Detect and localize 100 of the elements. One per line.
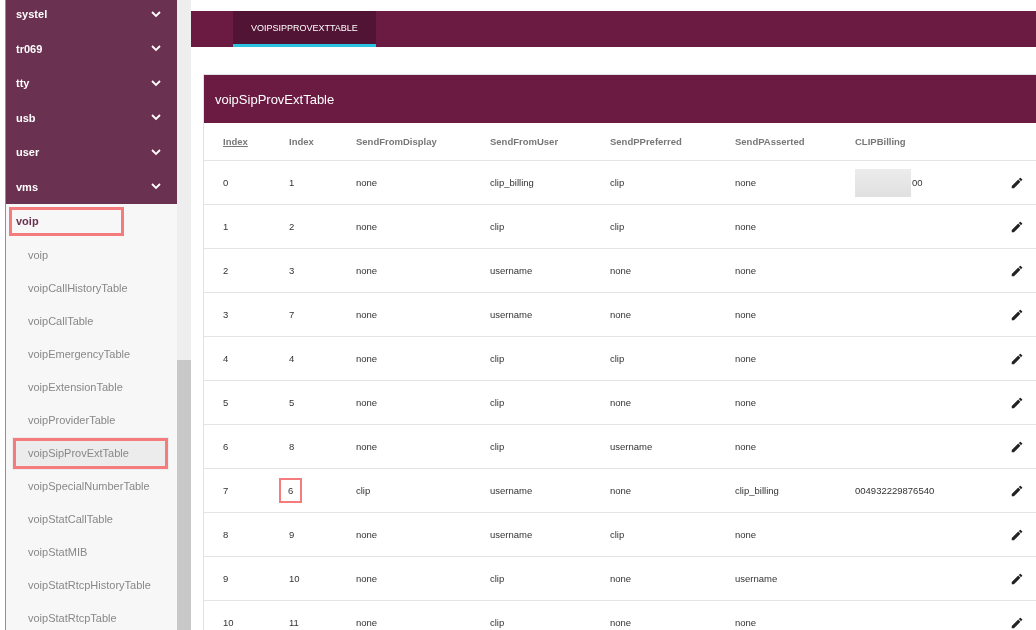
sidebar-group[interactable]: vms: [6, 169, 177, 204]
table-cell: clip: [610, 353, 625, 364]
sidebar-item[interactable]: voipProviderTable: [6, 403, 177, 437]
table-cell: 0: [223, 177, 229, 188]
table-cell: username: [490, 529, 533, 540]
sidebar-item[interactable]: voipSipProvExtTable: [12, 436, 169, 470]
table-cell: 7: [289, 309, 295, 320]
table-cell: username: [490, 309, 533, 320]
table-cell: none: [356, 353, 378, 364]
edit-button[interactable]: [1010, 219, 1024, 234]
sidebar-item[interactable]: voipEmergencyTable: [6, 337, 177, 371]
sidebar-item[interactable]: voipCallTable: [6, 304, 177, 338]
table-cell: none: [356, 265, 378, 276]
edit-button[interactable]: [1010, 263, 1024, 278]
table-cell: none: [356, 529, 378, 540]
pencil-icon: [1010, 571, 1024, 586]
table-cell: username: [490, 485, 533, 496]
table-cell: clip: [610, 529, 625, 540]
table-cell: none: [735, 221, 757, 232]
table-cell: 9: [223, 573, 229, 584]
table-cell: clip_billing: [735, 485, 779, 496]
table-cell: none: [356, 177, 378, 188]
table-cell: 9: [289, 529, 295, 540]
table-cell: none: [610, 265, 632, 276]
table-cell: clip: [356, 485, 371, 496]
table-cell: clip: [490, 397, 505, 408]
sidebar-item[interactable]: voipExtensionTable: [6, 370, 177, 404]
table-cell: none: [356, 441, 378, 452]
table-cell: none: [610, 573, 632, 584]
edit-button[interactable]: [1010, 351, 1024, 366]
table-cell: clip: [610, 221, 625, 232]
column-header: SendFromUser: [490, 136, 559, 147]
table-cell: clip_billing: [490, 177, 534, 188]
sidebar-group[interactable]: systel: [6, 0, 177, 32]
sidebar-group[interactable]: tr069: [6, 31, 177, 66]
edit-button[interactable]: [1010, 571, 1024, 586]
scrollbar[interactable]: [177, 0, 191, 630]
sidebar-group-label: user: [16, 146, 40, 159]
column-header[interactable]: Index: [223, 136, 248, 147]
sidebar-item[interactable]: voipStatMIB: [6, 535, 177, 569]
sidebar-group-label: usb: [16, 111, 36, 124]
pencil-icon: [1010, 615, 1024, 630]
chevron-down-icon: [151, 148, 161, 156]
table-cell: none: [356, 573, 378, 584]
pencil-icon: [1010, 527, 1024, 542]
chevron-down-icon: [151, 10, 161, 18]
table-cell: none: [735, 177, 757, 188]
sidebar-group-label: tty: [16, 77, 30, 90]
edit-button[interactable]: [1010, 527, 1024, 542]
pencil-icon: [1010, 351, 1024, 366]
table-cell: none: [356, 617, 378, 628]
table-cell: 11: [289, 617, 299, 628]
edit-button[interactable]: [1010, 175, 1024, 190]
table-cell: 2: [289, 221, 295, 232]
sidebar-group[interactable]: tty: [6, 66, 177, 101]
table-cell: clip: [490, 221, 505, 232]
table-cell: 4: [289, 353, 295, 364]
table-cell: none: [356, 309, 378, 320]
pencil-icon: [1010, 219, 1024, 234]
column-header: SendPAsserted: [735, 136, 805, 147]
chevron-down-icon: [151, 114, 161, 122]
table-cell: none: [610, 617, 632, 628]
sidebar-item[interactable]: voipSpecialNumberTable: [6, 469, 177, 503]
column-header: SendFromDisplay: [356, 136, 437, 147]
table-cell: 1: [223, 221, 229, 232]
sidebar-group-label: tr069: [16, 42, 43, 55]
sidebar-group[interactable]: user: [6, 135, 177, 170]
table-cell: 00: [912, 177, 923, 188]
edit-button[interactable]: [1010, 395, 1024, 410]
edit-button[interactable]: [1010, 307, 1024, 322]
table-cell: none: [735, 309, 757, 320]
table-cell: 3: [223, 309, 229, 320]
table-cell: clip: [490, 441, 505, 452]
edit-button[interactable]: [1010, 439, 1024, 454]
table-cell: username: [490, 265, 533, 276]
table-cell: clip: [610, 177, 625, 188]
chevron-down-icon: [151, 45, 161, 53]
table-cell: none: [735, 265, 757, 276]
table-cell: 8: [289, 441, 295, 452]
table-cell: username: [610, 441, 653, 452]
column-header: Index: [289, 136, 314, 147]
table-cell: none: [735, 353, 757, 364]
table-cell: clip: [490, 617, 505, 628]
sidebar-item[interactable]: voipStatRtcpHistoryTable: [6, 568, 177, 602]
sidebar-item[interactable]: voip: [6, 238, 177, 272]
tab[interactable]: VOIPSIPPROVEXTTABLE: [233, 11, 376, 47]
sidebar-item[interactable]: voipCallHistoryTable: [6, 271, 177, 305]
table-cell: 6: [223, 441, 229, 452]
table-cell: 1: [289, 177, 295, 188]
card-title: voipSipProvExtTable: [204, 75, 1036, 123]
column-header: SendPPreferred: [610, 136, 682, 147]
table-cell: 7: [223, 485, 229, 496]
table-cell: none: [735, 441, 757, 452]
sidebar-item[interactable]: voipStatCallTable: [6, 502, 177, 536]
sidebar-group[interactable]: usb: [6, 100, 177, 135]
sidebar-item[interactable]: voipStatRtcpTable: [6, 601, 177, 630]
sidebar-group-label: systel: [16, 8, 48, 21]
edit-button[interactable]: [1010, 483, 1024, 498]
sidebar-group[interactable]: voip: [6, 204, 127, 239]
edit-button[interactable]: [1010, 615, 1024, 630]
